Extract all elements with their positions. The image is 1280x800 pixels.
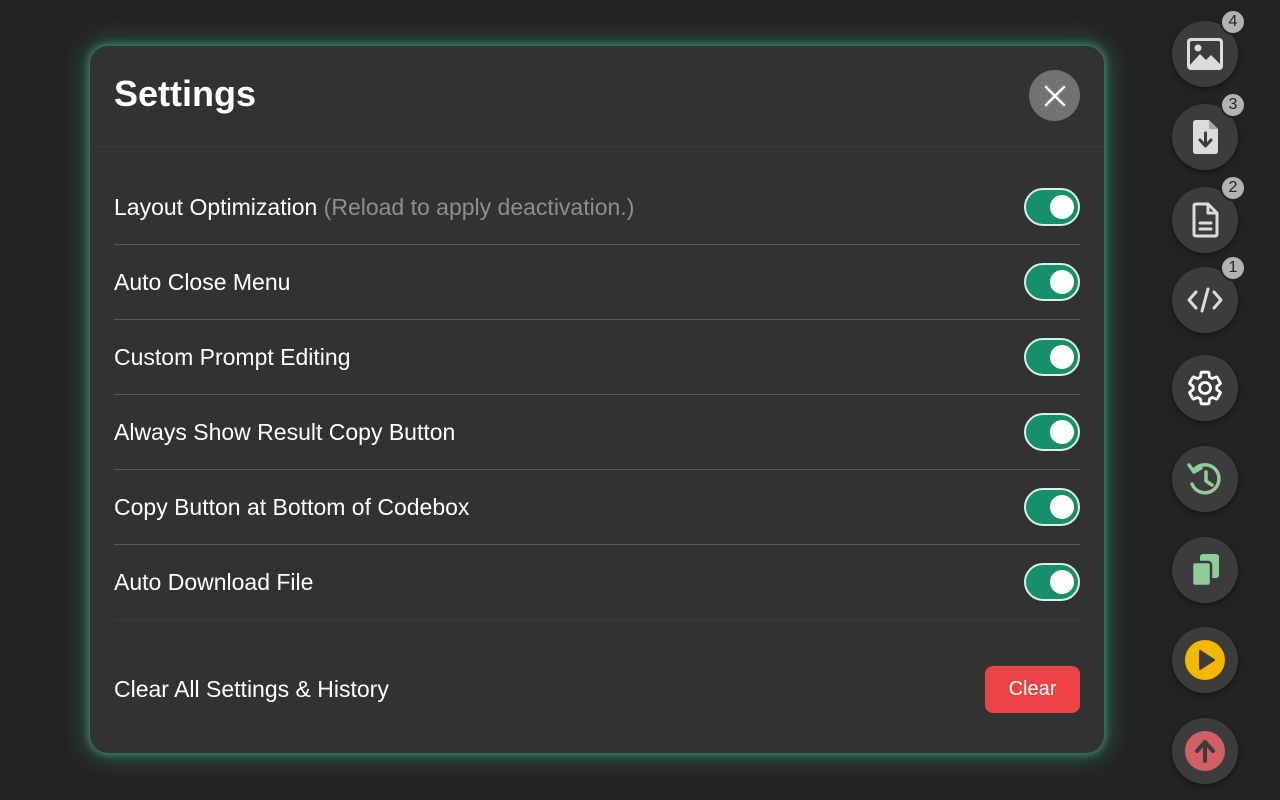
page: Settings Layout Optimization (Reload to … (0, 0, 1280, 800)
toggle-knob (1050, 495, 1074, 519)
setting-row-auto-close-menu: Auto Close Menu (114, 245, 1080, 320)
toggle-knob (1050, 345, 1074, 369)
upload-arrow-icon (1185, 731, 1225, 771)
clear-label: Clear All Settings & History (114, 675, 389, 702)
copy-button-bottom-toggle[interactable] (1024, 488, 1080, 526)
side-toolbar: 4 3 2 1 (1172, 0, 1246, 800)
setting-label: Layout Optimization (Reload to apply dea… (114, 194, 634, 221)
custom-prompt-editing-toggle[interactable] (1024, 338, 1080, 376)
play-icon (1185, 640, 1225, 680)
setting-row-layout-optimization: Layout Optimization (Reload to apply dea… (114, 170, 1080, 245)
auto-download-file-toggle[interactable] (1024, 563, 1080, 601)
tool-badge: 3 (1220, 92, 1246, 118)
settings-modal: Settings Layout Optimization (Reload to … (90, 46, 1104, 753)
setting-label: Always Show Result Copy Button (114, 418, 456, 445)
setting-row-always-show-copy-button: Always Show Result Copy Button (114, 395, 1080, 470)
setting-label: Custom Prompt Editing (114, 343, 351, 370)
image-icon (1187, 38, 1223, 70)
tool-badge: 2 (1220, 175, 1246, 201)
always-show-copy-button-toggle[interactable] (1024, 413, 1080, 451)
close-button[interactable] (1029, 70, 1080, 121)
setting-label: Auto Download File (114, 568, 314, 595)
history-icon (1187, 462, 1221, 495)
setting-label: Copy Button at Bottom of Codebox (114, 493, 470, 520)
file-download-icon (1193, 120, 1218, 154)
setting-row-custom-prompt-editing: Custom Prompt Editing (114, 320, 1080, 395)
auto-close-menu-toggle[interactable] (1024, 263, 1080, 301)
gear-icon (1188, 370, 1222, 406)
toggle-knob (1050, 570, 1074, 594)
code-icon (1187, 287, 1223, 313)
clear-button[interactable]: Clear (985, 665, 1080, 713)
image-button[interactable]: 4 (1172, 9, 1246, 87)
setting-note: (Reload to apply deactivation.) (323, 193, 635, 220)
close-icon (1044, 85, 1065, 106)
setting-row-auto-download-file: Auto Download File (114, 545, 1080, 620)
layout-optimization-toggle[interactable] (1024, 188, 1080, 226)
copy-icon (1190, 554, 1219, 588)
toggle-knob (1050, 195, 1074, 219)
toggle-knob (1050, 420, 1074, 444)
tool-badge: 4 (1220, 9, 1246, 35)
document-icon (1192, 202, 1219, 238)
play-button[interactable] (1172, 627, 1238, 693)
toggle-knob (1050, 270, 1074, 294)
settings-list: Layout Optimization (Reload to apply dea… (114, 170, 1080, 620)
modal-header: Settings (90, 46, 1104, 147)
setting-label-text: Layout Optimization (114, 193, 318, 220)
file-download-button[interactable]: 3 (1172, 92, 1246, 170)
code-button[interactable]: 1 (1172, 255, 1246, 333)
modal-title: Settings (114, 73, 257, 114)
copy-button[interactable] (1172, 537, 1238, 603)
clear-row: Clear All Settings & History Clear (114, 665, 1080, 713)
setting-row-copy-button-bottom: Copy Button at Bottom of Codebox (114, 470, 1080, 545)
history-button[interactable] (1172, 446, 1238, 512)
upload-button[interactable] (1172, 718, 1238, 784)
document-button[interactable]: 2 (1172, 175, 1246, 253)
tool-badge: 1 (1220, 255, 1246, 281)
settings-button[interactable] (1172, 355, 1238, 421)
setting-label: Auto Close Menu (114, 268, 291, 295)
